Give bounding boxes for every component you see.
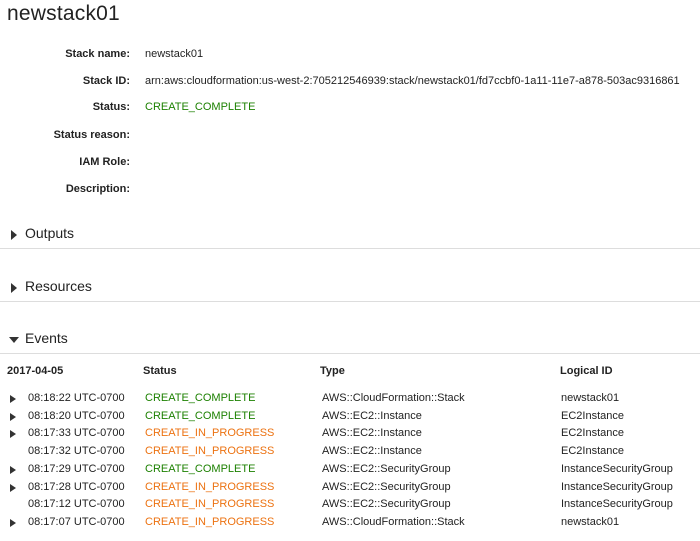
table-row[interactable]: 08:17:28 UTC-0700 CREATE_IN_PROGRESS AWS::… <box>0 479 700 496</box>
event-time: 08:17:32 UTC-0700 <box>28 445 125 458</box>
detail-label: Status reason: <box>53 129 130 141</box>
event-logical-id: InstanceSecurityGroup <box>561 498 673 511</box>
event-type: AWS::EC2::Instance <box>322 445 422 458</box>
event-logical-id: EC2Instance <box>561 427 624 440</box>
event-time: 08:17:12 UTC-0700 <box>28 498 125 511</box>
page-title: newstack01 <box>7 2 120 25</box>
event-time: 08:17:07 UTC-0700 <box>28 515 125 528</box>
table-row[interactable]: 08:17:29 UTC-0700 CREATE_COMPLETE AWS::EC2… <box>0 461 700 478</box>
event-status: CREATE_IN_PROGRESS <box>145 480 275 493</box>
event-time: 08:17:29 UTC-0700 <box>28 462 125 475</box>
event-type: AWS::CloudFormation::Stack <box>322 392 465 404</box>
column-header-type: Type <box>320 365 345 377</box>
caret-right-icon <box>11 283 17 293</box>
event-logical-id: InstanceSecurityGroup <box>561 480 673 493</box>
event-status: CREATE_IN_PROGRESS <box>145 427 275 440</box>
caret-down-icon <box>9 337 19 343</box>
caret-right-icon[interactable] <box>10 395 16 403</box>
table-row[interactable]: 08:17:33 UTC-0700 CREATE_IN_PROGRESS AWS::… <box>0 425 700 442</box>
table-row: 08:17:12 UTC-0700 CREATE_IN_PROGRESS AWS::… <box>0 496 700 513</box>
event-type: AWS::CloudFormation::Stack <box>322 515 465 528</box>
table-row[interactable]: 08:18:20 UTC-0700 CREATE_COMPLETE AWS::EC2… <box>0 408 700 425</box>
event-logical-id: InstanceSecurityGroup <box>561 462 673 475</box>
event-type: AWS::EC2::SecurityGroup <box>322 498 451 511</box>
section-outputs[interactable]: Outputs <box>0 222 700 249</box>
event-type: AWS::EC2::SecurityGroup <box>322 480 451 493</box>
caret-right-icon[interactable] <box>10 483 16 492</box>
stack-name-value: newstack01 <box>145 48 204 60</box>
caret-right-icon[interactable] <box>10 518 16 527</box>
events-table-header: 2017-04-05 Status Type Logical ID <box>0 363 700 379</box>
event-status: CREATE_COMPLETE <box>145 409 256 422</box>
event-status: CREATE_IN_PROGRESS <box>145 515 275 528</box>
caret-right-icon[interactable] <box>10 465 16 474</box>
detail-label: Stack name: <box>65 48 130 60</box>
event-status: CREATE_COMPLETE <box>145 462 256 475</box>
event-time: 08:18:20 UTC-0700 <box>28 409 125 422</box>
section-label-outputs: Outputs <box>25 225 75 241</box>
detail-label: IAM Role: <box>79 156 130 168</box>
detail-label: Status: <box>92 101 130 113</box>
table-row[interactable]: 08:18:22 UTC-0700 CREATE_COMPLETE AWS::Clo… <box>0 390 700 407</box>
event-time: 08:18:22 UTC-0700 <box>28 392 125 404</box>
event-status: CREATE_IN_PROGRESS <box>145 498 275 511</box>
section-resources[interactable]: Resources <box>0 275 700 302</box>
section-label-resources: Resources <box>25 278 92 294</box>
caret-right-icon <box>11 230 17 240</box>
event-type: AWS::EC2::Instance <box>322 409 422 422</box>
status-badge: CREATE_COMPLETE <box>145 101 256 113</box>
event-status: CREATE_COMPLETE <box>145 392 256 404</box>
detail-label: Description: <box>65 183 130 195</box>
column-header-date: 2017-04-05 <box>7 365 64 377</box>
detail-label: Stack ID: <box>82 75 130 87</box>
event-logical-id: EC2Instance <box>561 409 624 422</box>
section-events[interactable]: Events <box>0 327 700 354</box>
column-header-logical-id: Logical ID <box>560 365 613 377</box>
event-status: CREATE_IN_PROGRESS <box>145 445 275 458</box>
stack-id-value: arn:aws:cloudformation:us-west-2:7052125… <box>145 75 680 87</box>
event-type: AWS::EC2::SecurityGroup <box>322 462 451 475</box>
event-logical-id: EC2Instance <box>561 445 624 458</box>
caret-right-icon[interactable] <box>10 412 16 421</box>
table-row[interactable]: 08:17:07 UTC-0700 CREATE_IN_PROGRESS AWS::… <box>0 514 700 531</box>
event-time: 08:17:28 UTC-0700 <box>28 480 125 493</box>
event-logical-id: newstack01 <box>561 392 620 404</box>
caret-right-icon[interactable] <box>10 430 16 439</box>
column-header-status: Status <box>143 365 177 377</box>
event-time: 08:17:33 UTC-0700 <box>28 427 125 440</box>
section-label-events: Events <box>25 330 68 346</box>
table-row: 08:17:32 UTC-0700 CREATE_IN_PROGRESS AWS::… <box>0 443 700 460</box>
event-type: AWS::EC2::Instance <box>322 427 422 440</box>
event-logical-id: newstack01 <box>561 515 620 528</box>
